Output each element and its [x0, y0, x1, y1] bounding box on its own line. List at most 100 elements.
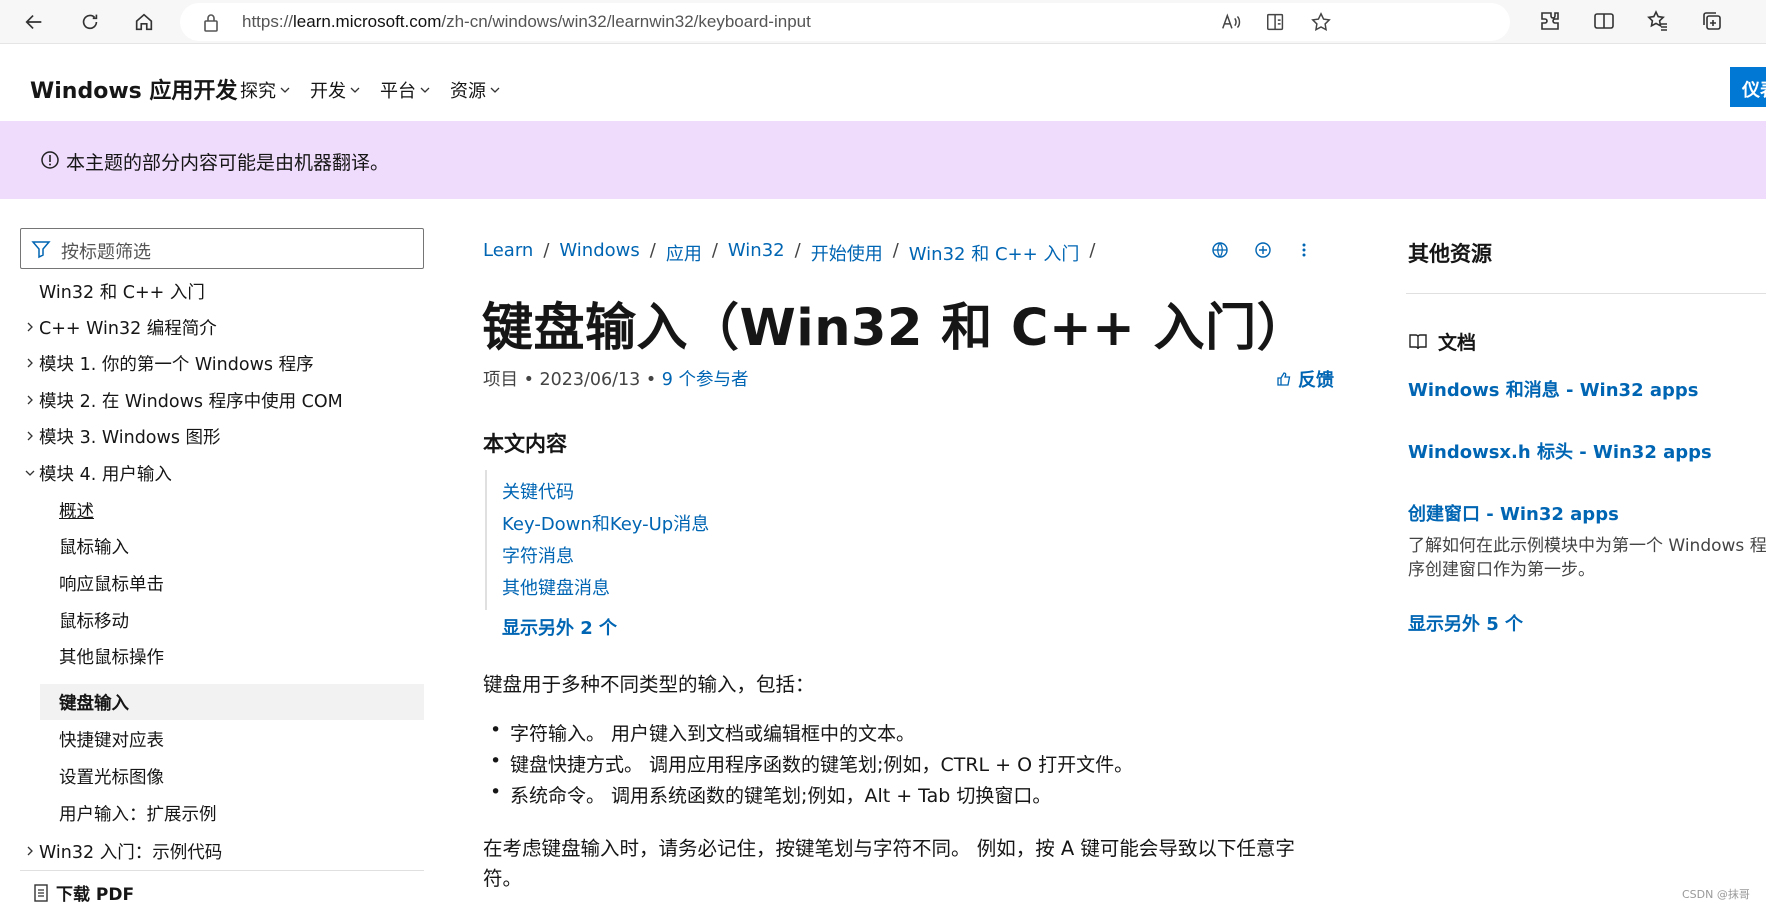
toc-item-other-mouse[interactable]: 其他鼠标操作: [59, 640, 164, 673]
toc-item-sample-code[interactable]: Win32 入门：示例代码: [27, 835, 222, 868]
feedback-label: 反馈: [1298, 370, 1334, 391]
toc-item-overview[interactable]: 概述: [59, 494, 94, 527]
resource-link-windowsx-header[interactable]: Windowsx.h 标头 - Win32 apps: [1408, 438, 1712, 464]
lock-icon: [202, 13, 220, 37]
paragraph-keystrokes-line1: 在考虑键盘输入时，请务必记住，按键笔划与字符不同。 例如，按 A 键可能会导致以…: [483, 837, 1295, 860]
toc-item-accelerators[interactable]: 快捷键对应表: [59, 723, 164, 756]
breadcrumb-separator: /: [649, 240, 656, 261]
toc-item-label: 鼠标输入: [59, 538, 129, 558]
chevron-down-icon: [280, 87, 290, 93]
toc-item-module-3[interactable]: 模块 3. Windows 图形: [27, 420, 221, 453]
in-article-link-other-keyboard[interactable]: 其他键盘消息: [502, 574, 610, 600]
breadcrumb-apps[interactable]: 应用: [666, 240, 702, 266]
favorites-icon[interactable]: [1646, 9, 1672, 35]
nav-platform[interactable]: 平台: [380, 77, 430, 103]
in-article-heading: 本文内容: [483, 432, 567, 456]
bullet-character-input: 字符输入。 用户键入到文档或编辑框中的文本。: [490, 719, 915, 746]
chevron-right-icon: [27, 358, 33, 368]
breadcrumb-separator: /: [711, 240, 718, 261]
breadcrumb-separator: /: [794, 240, 801, 261]
breadcrumb-separator: /: [543, 240, 550, 261]
site-title[interactable]: Windows 应用开发: [30, 73, 237, 105]
watermark: CSDN @抹哥: [1682, 888, 1750, 901]
toc-item-intro[interactable]: C++ Win32 编程简介: [27, 311, 217, 344]
toc-item-win32-cpp[interactable]: Win32 和 C++ 入门: [39, 275, 205, 308]
nav-resources-label: 资源: [450, 81, 486, 102]
nav-develop[interactable]: 开发: [310, 77, 360, 103]
chevron-right-icon: [27, 431, 33, 441]
dashboard-button[interactable]: 仪表: [1730, 67, 1766, 107]
url-prefix: https://: [242, 12, 294, 31]
immersive-reader-icon[interactable]: [1265, 11, 1289, 35]
toc-item-label: 模块 4. 用户输入: [39, 465, 172, 485]
chevron-right-icon: [27, 322, 33, 332]
right-rail-divider: [1406, 293, 1766, 294]
toc-item-cursor-image[interactable]: 设置光标图像: [59, 760, 164, 793]
toc-filter-input[interactable]: 按标题筛选: [20, 228, 424, 269]
toc-item-module-4[interactable]: 模块 4. 用户输入: [25, 457, 172, 490]
nav-explore[interactable]: 探究: [240, 77, 290, 103]
download-pdf-link[interactable]: 下载 PDF: [34, 880, 134, 905]
site-nav: 探究 开发 平台 资源: [240, 77, 500, 103]
toc-item-mouse-move[interactable]: 鼠标移动: [59, 604, 129, 637]
resource-link-windows-messages[interactable]: Windows 和消息 - Win32 apps: [1408, 376, 1699, 402]
more-options-icon[interactable]: [1294, 240, 1314, 260]
globe-icon[interactable]: [1210, 240, 1230, 260]
split-screen-icon[interactable]: [1592, 9, 1618, 35]
back-icon[interactable]: [18, 6, 50, 38]
chevron-down-icon: [25, 470, 35, 476]
breadcrumb-separator: /: [892, 240, 899, 261]
breadcrumb-separator: /: [1089, 240, 1096, 261]
contributors-link[interactable]: 9 个参与者: [662, 370, 749, 390]
banner-text: 本主题的部分内容可能是由机器翻译。: [66, 152, 390, 174]
toc-item-label: 模块 2. 在 Windows 程序中使用 COM: [39, 392, 343, 412]
bullet-keyboard-shortcuts: 键盘快捷方式。 调用应用程序函数的键笔划;例如，CTRL + O 打开文件。: [490, 750, 1133, 777]
collections-icon[interactable]: [1700, 9, 1726, 35]
toc-item-label: 设置光标图像: [59, 768, 164, 788]
toc-item-module-2[interactable]: 模块 2. 在 Windows 程序中使用 COM: [27, 384, 343, 417]
address-bar[interactable]: https://learn.microsoft.com/zh-cn/window…: [180, 3, 1510, 41]
toc-item-label: C++ Win32 编程简介: [39, 319, 217, 339]
add-collection-icon[interactable]: [1253, 240, 1273, 260]
filter-icon: [31, 241, 51, 259]
feedback-button[interactable]: 反馈: [1276, 366, 1334, 392]
refresh-icon[interactable]: [74, 6, 106, 38]
toc-item-mouse-input[interactable]: 鼠标输入: [59, 530, 129, 563]
breadcrumb-get-started[interactable]: 开始使用: [811, 240, 883, 266]
nav-resources[interactable]: 资源: [450, 77, 500, 103]
url-path: /zh-cn/windows/win32/learnwin32/keyboard…: [441, 12, 811, 31]
breadcrumb-win32-cpp[interactable]: Win32 和 C++ 入门: [909, 240, 1080, 266]
meta-type: 项目: [483, 370, 518, 390]
in-article-link-key-codes[interactable]: 关键代码: [502, 478, 574, 504]
book-icon: [1409, 333, 1427, 349]
extensions-icon[interactable]: [1538, 9, 1564, 35]
breadcrumb-win32[interactable]: Win32: [728, 240, 785, 266]
toc-item-keyboard-input[interactable]: 键盘输入: [40, 684, 424, 720]
home-icon[interactable]: [128, 6, 160, 38]
show-more-toc-button[interactable]: 显示另外 2 个: [502, 614, 617, 640]
chevron-right-icon: [27, 846, 33, 856]
docs-heading: 文档: [1408, 328, 1476, 355]
toc-item-extended-example[interactable]: 用户输入：扩展示例: [59, 797, 217, 830]
toc-item-mouse-click[interactable]: 响应鼠标单击: [59, 567, 164, 600]
breadcrumb-learn[interactable]: Learn: [483, 240, 533, 266]
read-aloud-icon[interactable]: [1220, 11, 1244, 35]
additional-resources-title: 其他资源: [1408, 242, 1492, 266]
chevron-down-icon: [420, 87, 430, 93]
browser-toolbar: https://learn.microsoft.com/zh-cn/window…: [0, 0, 1766, 44]
breadcrumb-windows[interactable]: Windows: [559, 240, 639, 266]
in-article-border: [485, 470, 487, 610]
info-icon: [41, 151, 59, 169]
favorite-star-icon[interactable]: [1310, 11, 1334, 35]
in-article-link-key-down-up[interactable]: Key-Down和Key-Up消息: [502, 510, 709, 536]
resource-link-create-window[interactable]: 创建窗口 - Win32 apps: [1408, 500, 1619, 526]
article-meta: 项目 • 2023/06/13 • 9 个参与者: [483, 370, 749, 390]
show-more-resources-button[interactable]: 显示另外 5 个: [1408, 610, 1523, 636]
bullet-system-commands: 系统命令。 调用系统函数的键笔划;例如，Alt + Tab 切换窗口。: [490, 781, 1051, 808]
toc-item-label: 快捷键对应表: [59, 731, 164, 751]
nav-explore-label: 探究: [240, 81, 276, 102]
in-article-link-char-messages[interactable]: 字符消息: [502, 542, 574, 568]
toc-item-label: 模块 3. Windows 图形: [39, 428, 221, 448]
toc-item-label: Win32 和 C++ 入门: [39, 283, 205, 303]
toc-item-module-1[interactable]: 模块 1. 你的第一个 Windows 程序: [27, 347, 314, 380]
